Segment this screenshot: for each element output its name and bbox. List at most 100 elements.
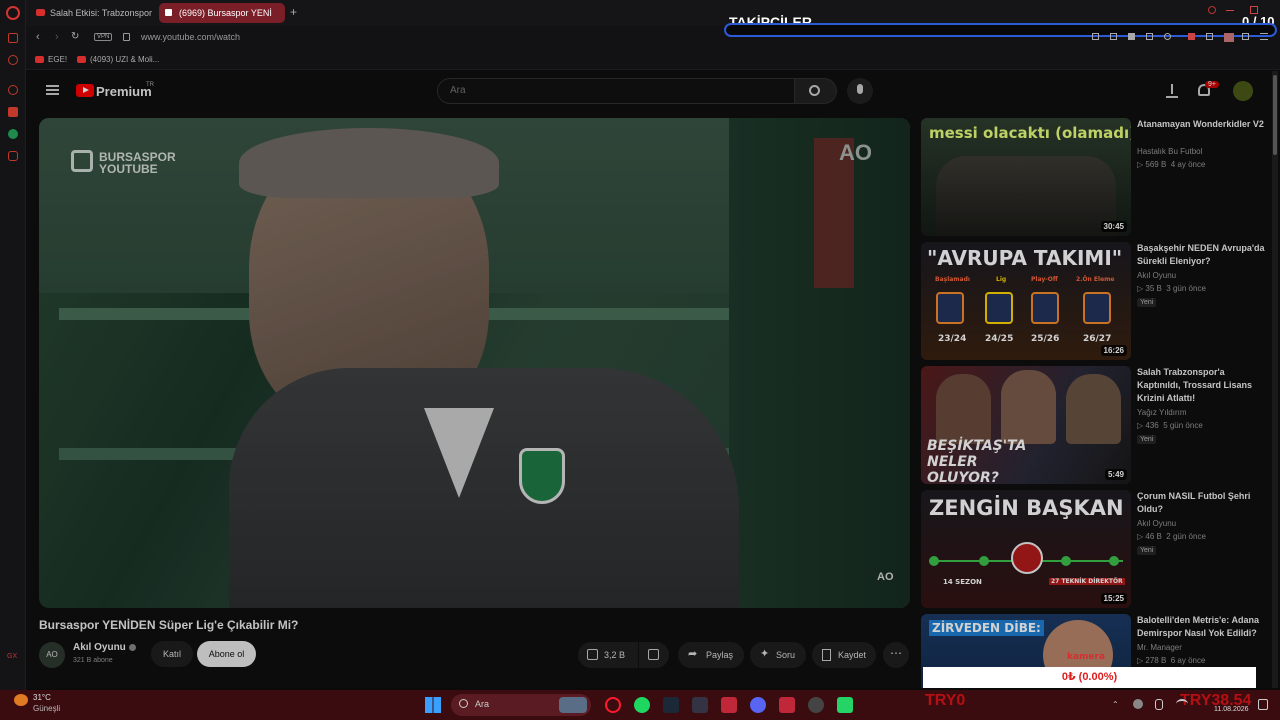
opera-icon[interactable]: [605, 697, 621, 713]
video-player[interactable]: BURSASPOR YOUTUBE AO AO: [39, 118, 910, 608]
channel-name[interactable]: Akıl Oyunu: [1137, 519, 1176, 528]
weather-temp: 31°C: [33, 693, 51, 702]
channel-name[interactable]: Akıl Oyunu: [73, 642, 126, 653]
video-thumbnail[interactable]: ZENGİN BAŞKAN 14 SEZON 27 TEKNİK DİREKTÖ…: [921, 490, 1131, 608]
ext-icon[interactable]: [1092, 33, 1099, 40]
voice-search-button[interactable]: [847, 78, 873, 104]
ext-icon[interactable]: [1128, 33, 1135, 40]
wifi-icon[interactable]: [1176, 699, 1188, 709]
download-icon[interactable]: [1242, 33, 1249, 40]
back-icon[interactable]: ‹: [36, 31, 40, 43]
avatar-icon[interactable]: [1224, 33, 1234, 42]
heart-icon[interactable]: [1164, 33, 1171, 40]
scrollbar-thumb[interactable]: [1273, 75, 1277, 155]
video-title[interactable]: Salah Trabzonspor'a Kaptınıldı, Trossard…: [1137, 366, 1267, 405]
channel-name[interactable]: Yağız Yıldırım: [1137, 408, 1187, 417]
youtube-logo-icon[interactable]: [76, 84, 94, 97]
watermark-text: YOUTUBE: [99, 162, 158, 176]
like-button[interactable]: 3,2 B: [578, 642, 638, 668]
spotify-icon[interactable]: [634, 697, 650, 713]
mic-icon[interactable]: [1155, 699, 1163, 710]
subscribe-button[interactable]: Abone ol: [197, 641, 256, 667]
year-label: 25/26: [1031, 334, 1060, 344]
discord-icon[interactable]: [750, 697, 766, 713]
channel-name[interactable]: Mr. Manager: [1137, 643, 1182, 652]
obs-icon[interactable]: [808, 697, 824, 713]
ask-button[interactable]: ✦ Soru: [750, 642, 806, 668]
ext-icon[interactable]: [1188, 33, 1195, 40]
windows-start-icon[interactable]: [425, 697, 441, 713]
vpn-badge[interactable]: VPN: [94, 33, 113, 41]
reload-icon[interactable]: ↻: [71, 31, 79, 42]
corner-logo: AO: [839, 140, 872, 165]
tab-bursaspor-active[interactable]: (6969) Bursaspor YENİ: [159, 3, 285, 23]
search-tabs-icon[interactable]: [1208, 6, 1216, 14]
app-icon[interactable]: [721, 697, 737, 713]
list-item[interactable]: "AVRUPA TAKIMI" Başlamadı Lig Play-Off 2…: [921, 242, 1280, 360]
menu-icon[interactable]: [1260, 33, 1268, 40]
list-item[interactable]: ZENGİN BAŞKAN 14 SEZON 27 TEKNİK DİREKTÖ…: [921, 490, 1280, 608]
forward-icon[interactable]: ›: [55, 31, 59, 43]
messenger-icon[interactable]: [8, 107, 18, 117]
stage-label: Lig: [996, 276, 1007, 283]
app-icon[interactable]: [779, 697, 795, 713]
club-badge-icon: [985, 292, 1013, 324]
list-item[interactable]: messi olacaktı (olamadı) 30:45 Atanamaya…: [921, 118, 1280, 236]
video-title[interactable]: Atanamayan Wonderkidler V2: [1137, 118, 1267, 131]
instagram-icon[interactable]: [8, 151, 18, 161]
notification-icon[interactable]: [1258, 699, 1268, 710]
ext-icon[interactable]: [1110, 33, 1117, 40]
lock-icon[interactable]: [123, 33, 130, 41]
bookmark-ege[interactable]: EGE!: [48, 55, 67, 64]
tab-salah[interactable]: Salah Etkisi: Trabzonspor 6: [30, 3, 154, 23]
maximize-icon[interactable]: [1250, 6, 1258, 14]
avatar[interactable]: [1233, 81, 1253, 101]
video-thumbnail[interactable]: "AVRUPA TAKIMI" Başlamadı Lig Play-Off 2…: [921, 242, 1131, 360]
channel-name[interactable]: Hastalık Bu Futbol: [1137, 147, 1202, 156]
ext-icon[interactable]: [1206, 33, 1213, 40]
list-item[interactable]: BEŞİKTAŞ'TA NELER OLUYOR? 5:49 Salah Tra…: [921, 366, 1280, 484]
share-label: Paylaş: [706, 650, 734, 660]
tab-label: Salah Etkisi: Trabzonspor 6: [50, 8, 154, 18]
whatsapp-icon[interactable]: [837, 697, 853, 713]
upload-icon[interactable]: [1166, 84, 1178, 98]
whatsapp-icon[interactable]: [8, 129, 18, 139]
video-title[interactable]: Çorum NASIL Futbol Şehri Oldu?: [1137, 490, 1267, 516]
settings-icon[interactable]: [8, 85, 18, 95]
tray-icon[interactable]: [1133, 699, 1143, 709]
save-button[interactable]: Kaydet: [812, 642, 876, 668]
video-thumbnail[interactable]: BEŞİKTAŞ'TA NELER OLUYOR? 5:49: [921, 366, 1131, 484]
video-title[interactable]: Başakşehir NEDEN Avrupa'da Sürekli Eleni…: [1137, 242, 1267, 268]
gx-icon[interactable]: GX: [7, 652, 19, 662]
more-actions-button[interactable]: ⋯: [883, 642, 909, 668]
video-title: Bursaspor YENİDEN Süper Lig'e Çıkabilir …: [39, 618, 299, 632]
weather-icon[interactable]: [14, 694, 28, 706]
steam-icon[interactable]: [663, 697, 679, 713]
chevron-up-icon[interactable]: ⌃: [1112, 700, 1119, 709]
share-button[interactable]: ➦ Paylaş: [678, 642, 744, 668]
bookmark-uzi[interactable]: (4093) UZI & Moli...: [90, 55, 159, 64]
stage-label: Başlamadı: [935, 276, 970, 283]
dislike-button[interactable]: [639, 642, 669, 668]
aria-icon[interactable]: [8, 55, 18, 65]
channel-avatar[interactable]: AO: [39, 642, 65, 668]
hamburger-icon[interactable]: [46, 85, 59, 95]
home-icon[interactable]: [8, 33, 18, 43]
new-tab-button[interactable]: +: [290, 5, 297, 19]
taskbar-search-input[interactable]: Ara: [451, 694, 591, 716]
app-icon[interactable]: [692, 697, 708, 713]
search-input[interactable]: Ara: [437, 78, 795, 104]
channel-name[interactable]: Akıl Oyunu: [1137, 271, 1176, 280]
clock-date: 11.08.2026: [1214, 706, 1249, 713]
join-button[interactable]: Katıl: [151, 641, 193, 667]
scrollbar[interactable]: [1272, 71, 1278, 688]
logo-text[interactable]: Premium: [96, 84, 152, 99]
corner-logo-small: AO: [877, 571, 894, 583]
minimize-icon[interactable]: [1226, 10, 1234, 11]
video-thumbnail[interactable]: messi olacaktı (olamadı) 30:45: [921, 118, 1131, 236]
ext-icon[interactable]: [1146, 33, 1153, 40]
search-button[interactable]: [795, 78, 837, 104]
url-field[interactable]: www.youtube.com/watch: [141, 32, 240, 42]
opera-logo-icon[interactable]: [6, 6, 20, 20]
video-title[interactable]: Balotelli'den Metris'e: Adana Demirspor …: [1137, 614, 1267, 640]
